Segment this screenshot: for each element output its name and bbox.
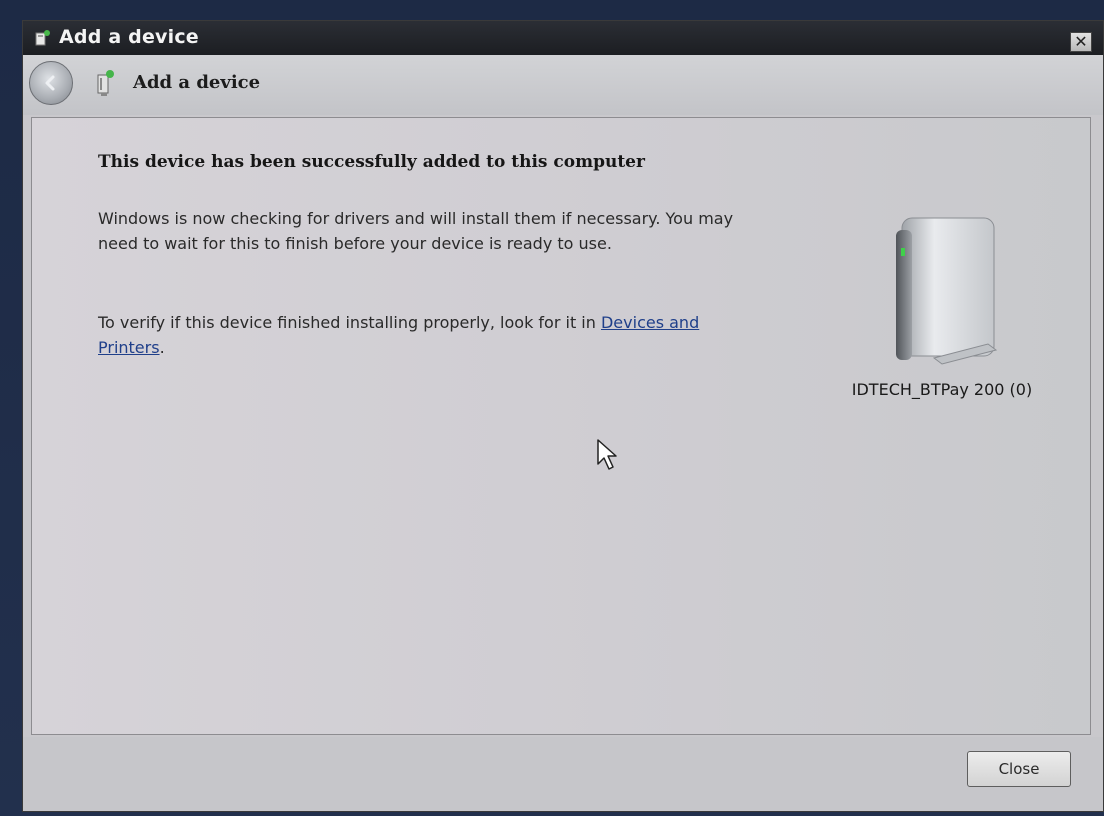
content-pane: This device has been successfully added … bbox=[31, 117, 1091, 735]
add-device-window: Add a device ✕ Add a device This device … bbox=[22, 20, 1104, 812]
title-bar[interactable]: Add a device ✕ bbox=[23, 21, 1103, 55]
wizard-title: Add a device bbox=[133, 72, 261, 93]
success-heading: This device has been successfully added … bbox=[98, 152, 645, 172]
verify-text-suffix: . bbox=[159, 338, 165, 357]
mouse-cursor-icon bbox=[597, 439, 617, 470]
device-name: IDTECH_BTPay 200 (0) bbox=[851, 380, 1033, 399]
verify-text-prefix: To verify if this device finished instal… bbox=[98, 313, 601, 332]
device-wizard-icon bbox=[35, 30, 50, 46]
close-button[interactable]: Close bbox=[967, 751, 1071, 787]
back-button[interactable] bbox=[29, 61, 73, 105]
window-close-icon[interactable]: ✕ bbox=[1070, 32, 1092, 52]
external-drive-icon bbox=[896, 217, 998, 365]
button-bar: Close bbox=[23, 737, 1103, 811]
desktop: Add a device ✕ Add a device This device … bbox=[0, 0, 1104, 816]
driver-info-text: Windows is now checking for drivers and … bbox=[98, 209, 734, 253]
verify-info-text: To verify if this device finished instal… bbox=[98, 310, 738, 360]
device-icon bbox=[97, 70, 114, 96]
back-arrow-icon bbox=[45, 75, 55, 91]
wizard-header: Add a device bbox=[23, 55, 1103, 115]
window-title: Add a device bbox=[59, 26, 199, 48]
